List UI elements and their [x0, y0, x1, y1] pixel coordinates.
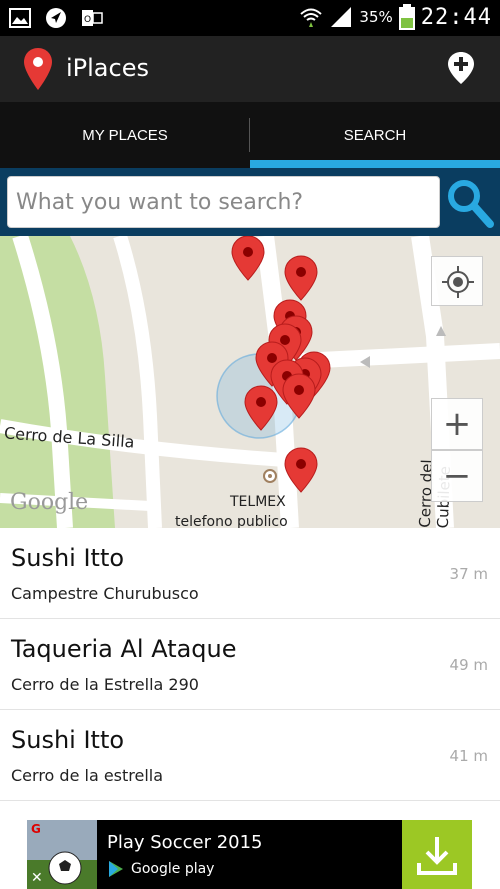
search-input[interactable]: What you want to search?: [7, 176, 440, 228]
place-distance: 49 m: [449, 656, 488, 674]
app-logo-pin-icon: [24, 48, 52, 90]
search-bar: What you want to search?: [0, 168, 500, 236]
app-title: iPlaces: [66, 54, 149, 82]
battery-percent: 35%: [359, 8, 393, 26]
action-bar: iPlaces: [0, 36, 500, 102]
list-item[interactable]: Taqueria Al Ataque Cerro de la Estrella …: [0, 619, 500, 710]
tab-search[interactable]: SEARCH: [250, 102, 500, 168]
tab-divider: [249, 118, 250, 152]
place-name: Taqueria Al Ataque: [11, 635, 237, 663]
tab-search-label: SEARCH: [343, 126, 407, 144]
tab-bar: MY PLACES SEARCH: [0, 102, 500, 168]
zoom-in-button[interactable]: +: [431, 398, 483, 450]
place-markers[interactable]: [0, 236, 500, 528]
my-location-button[interactable]: [431, 256, 483, 306]
ad-download-button[interactable]: [402, 820, 472, 889]
list-item[interactable]: Sushi Itto Campestre Churubusco 37 m: [0, 528, 500, 619]
add-place-icon[interactable]: [448, 52, 474, 84]
battery-icon: [398, 4, 415, 30]
zoom-out-button[interactable]: −: [431, 450, 483, 502]
place-marker: [231, 236, 265, 281]
ad-close-icon[interactable]: ✕: [31, 870, 43, 886]
place-marker: [244, 385, 278, 431]
google-attribution: Google: [10, 490, 89, 515]
status-bar: O 35% 22:44: [0, 0, 500, 36]
image-icon: [9, 8, 31, 28]
tab-my-places[interactable]: MY PLACES: [0, 102, 250, 168]
list-item[interactable]: Sushi Itto Cerro de la estrella 41 m: [0, 710, 500, 801]
place-marker: [282, 373, 316, 419]
wifi-icon: [300, 8, 323, 27]
outlook-icon: O: [82, 10, 103, 26]
place-marker: [284, 447, 318, 493]
tab-my-places-label: MY PLACES: [82, 126, 168, 144]
my-location-icon: [442, 266, 474, 298]
place-name: Sushi Itto: [11, 544, 125, 572]
place-distance: 41 m: [449, 747, 488, 765]
zoom-in-icon: +: [442, 404, 472, 444]
clock: 22:44: [420, 4, 492, 30]
svg-text:O: O: [84, 15, 91, 25]
ad-thumbnail: G ✕: [27, 820, 97, 889]
navigation-icon: [46, 8, 66, 28]
ad-banner[interactable]: G ✕ Play Soccer 2015 Google play: [27, 820, 472, 889]
ad-store-label: Google play: [131, 861, 215, 877]
place-address: Cerro de la Estrella 290: [11, 675, 199, 694]
ad-game-logo-icon: G: [31, 822, 41, 836]
google-play-icon: [109, 861, 123, 877]
map-view[interactable]: Cerro de La Silla Cerro del Cubilete TEL…: [0, 236, 500, 528]
ad-store: Google play: [107, 860, 214, 878]
place-distance: 37 m: [449, 565, 488, 583]
zoom-out-icon: −: [442, 456, 472, 496]
ad-title: Play Soccer 2015: [107, 832, 263, 853]
place-name: Sushi Itto: [11, 726, 125, 754]
tab-selected-indicator: [250, 160, 500, 168]
place-marker: [284, 255, 318, 301]
places-list: Sushi Itto Campestre Churubusco 37 m Taq…: [0, 528, 500, 801]
place-address: Campestre Churubusco: [11, 584, 199, 603]
signal-icon: [331, 7, 352, 27]
download-icon: [417, 836, 457, 875]
search-placeholder: What you want to search?: [16, 189, 304, 215]
place-address: Cerro de la estrella: [11, 766, 164, 785]
search-icon[interactable]: [444, 176, 494, 228]
